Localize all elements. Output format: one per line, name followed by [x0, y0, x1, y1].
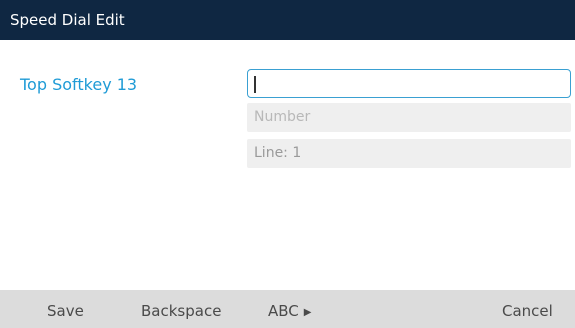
edit-form: Top Softkey 13 Number Line: 1: [0, 40, 575, 290]
abc-label: ABC: [268, 302, 299, 320]
softkey-label: Top Softkey 13: [20, 75, 138, 94]
softkey-bar: Save Backspace ABC ▶ Cancel: [0, 290, 575, 328]
backspace-softkey[interactable]: Backspace: [141, 290, 221, 328]
line-value: Line: 1: [254, 145, 302, 161]
cancel-softkey[interactable]: Cancel: [502, 290, 553, 328]
backspace-label: Backspace: [141, 302, 222, 320]
save-label: Save: [47, 302, 84, 320]
title-bar: Speed Dial Edit: [0, 0, 575, 40]
text-caret: [254, 75, 256, 93]
page-title: Speed Dial Edit: [10, 11, 125, 29]
name-input[interactable]: [247, 69, 571, 98]
cancel-label: Cancel: [502, 302, 553, 320]
abc-softkey[interactable]: ABC ▶: [268, 290, 311, 328]
triangle-right-icon: ▶: [303, 307, 312, 318]
save-softkey[interactable]: Save: [47, 290, 84, 328]
speed-dial-edit-screen: Speed Dial Edit Top Softkey 13 Number Li…: [0, 0, 575, 328]
line-select[interactable]: Line: 1: [247, 139, 571, 168]
number-input[interactable]: Number: [247, 103, 571, 132]
number-placeholder: Number: [254, 109, 311, 125]
